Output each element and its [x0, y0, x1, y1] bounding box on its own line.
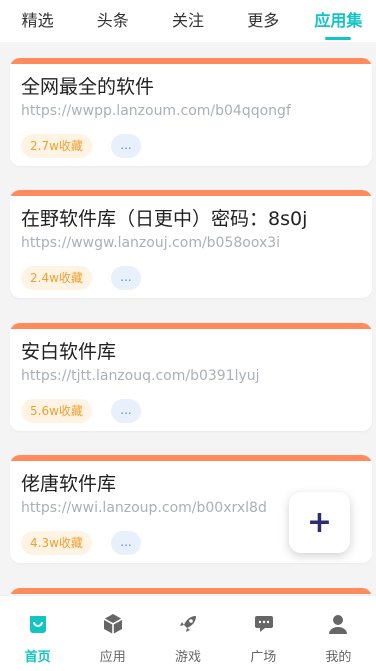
collection-card[interactable]: 全网最全的软件 https://wwpp.lanzoum.com/b04qqon…: [10, 58, 372, 166]
tab-app-collections[interactable]: 应用集: [301, 0, 376, 42]
nav-label: 首页: [24, 650, 51, 665]
more-button[interactable]: ...: [111, 531, 141, 555]
top-tab-bar: 精选 头条 关注 更多 应用集: [0, 0, 376, 42]
tab-following[interactable]: 关注: [150, 0, 225, 42]
tab-selected[interactable]: 精选: [0, 0, 75, 42]
nav-label: 游戏: [175, 650, 202, 665]
tab-label: 精选: [21, 11, 54, 30]
card-title: 全网最全的软件: [21, 76, 155, 98]
nav-label: 应用: [99, 650, 126, 665]
user-icon: [329, 615, 348, 634]
card-url[interactable]: https://wwi.lanzoup.com/b00xrxl8d: [21, 500, 267, 516]
card-accent-bar: [10, 455, 372, 461]
collection-card[interactable]: 在野软件库（日更中）密码：8s0j https://wwgw.lanzouj.c…: [10, 190, 372, 298]
active-tab-indicator: [325, 37, 352, 40]
nav-apps[interactable]: 应用: [75, 596, 150, 671]
tab-label: 头条: [96, 11, 129, 30]
cube-icon: [103, 614, 123, 634]
chat-icon: [255, 616, 274, 632]
card-title: 佬唐软件库: [21, 473, 117, 495]
card-url[interactable]: https://wwgw.lanzouj.com/b058oox3i: [21, 235, 280, 251]
card-title: 在野软件库（日更中）密码：8s0j: [21, 208, 308, 230]
card-url[interactable]: https://wwpp.lanzoum.com/b04qqongf: [21, 103, 291, 119]
nav-mine[interactable]: 我的: [301, 596, 376, 671]
nav-label: 广场: [250, 650, 277, 665]
more-button[interactable]: ...: [111, 134, 141, 158]
tab-more[interactable]: 更多: [226, 0, 301, 42]
more-button[interactable]: ...: [111, 266, 141, 290]
tab-label: 更多: [247, 11, 280, 30]
card-accent-bar: [10, 323, 372, 329]
card-accent-bar: [10, 190, 372, 196]
nav-home[interactable]: 首页: [0, 596, 75, 671]
collection-card[interactable]: 安白软件库 https://tjtt.lanzouq.com/b0391lyuj…: [10, 323, 372, 431]
nav-label: 我的: [325, 650, 352, 665]
add-button[interactable]: +: [289, 492, 350, 553]
more-button[interactable]: ...: [111, 399, 141, 423]
card-accent-bar: [10, 58, 372, 64]
favorites-badge: 2.7w收藏: [21, 134, 92, 158]
nav-games[interactable]: 游戏: [150, 596, 225, 671]
plus-icon: +: [306, 505, 333, 540]
card-url[interactable]: https://tjtt.lanzouq.com/b0391lyuj: [21, 368, 260, 384]
home-bag-icon: [29, 616, 46, 633]
tab-label: 关注: [172, 11, 205, 30]
nav-square[interactable]: 广场: [226, 596, 301, 671]
card-accent-bar: [10, 588, 372, 594]
rocket-icon: [180, 616, 196, 632]
favorites-badge: 2.4w收藏: [21, 266, 92, 290]
tab-label: 应用集: [314, 11, 363, 30]
collection-card-partial[interactable]: [10, 588, 372, 595]
favorites-badge: 5.6w收藏: [21, 399, 92, 423]
bottom-nav: 首页 应用 游戏 广场 我的: [0, 595, 376, 671]
card-title: 安白软件库: [21, 341, 117, 363]
tab-headlines[interactable]: 头条: [75, 0, 150, 42]
favorites-badge: 4.3w收藏: [21, 531, 92, 555]
